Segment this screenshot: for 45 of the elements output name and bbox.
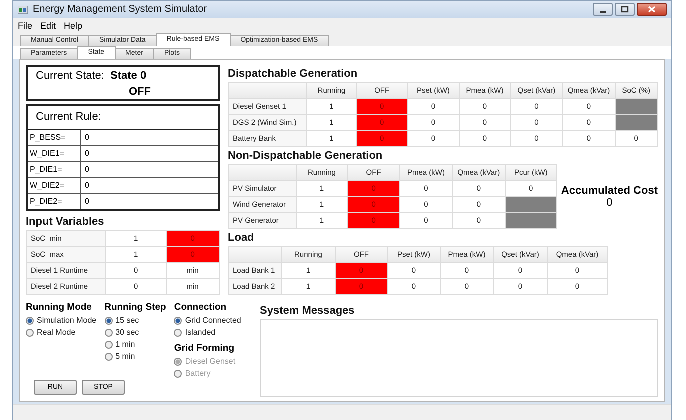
- table-cell: W_DIE1=: [28, 146, 81, 161]
- radio-option[interactable]: 5 min: [104, 352, 166, 361]
- radio-option[interactable]: 15 sec: [104, 316, 166, 325]
- section-title: Input Variables: [26, 216, 106, 228]
- cost-label: Accumulated Cost: [561, 184, 658, 196]
- section-title: Non-Dispatchable Generation: [228, 150, 384, 162]
- window-title: Energy Management System Simulator: [33, 4, 207, 15]
- maximize-icon: [621, 6, 629, 13]
- table-cell-text: 0: [84, 148, 90, 160]
- group-title: Connection: [174, 302, 228, 313]
- group-title: Running Mode: [26, 302, 93, 313]
- state-label: Current State:: [36, 70, 104, 82]
- close-icon: [648, 6, 656, 13]
- table-cell: P_DIE2=: [28, 194, 81, 209]
- table-cell-text: 0: [84, 196, 90, 208]
- close-button[interactable]: [637, 3, 667, 16]
- state-value: State 0: [110, 70, 147, 82]
- table-cell: P_BESS=: [28, 130, 81, 145]
- radio-option[interactable]: Real Mode: [26, 328, 97, 337]
- table-cell: P_DIE1=: [28, 162, 81, 177]
- table-cell-text: 0: [84, 132, 90, 144]
- menu-item[interactable]: File: [18, 20, 33, 30]
- table-cell-text: 0: [84, 180, 90, 192]
- minimize-button[interactable]: [593, 3, 613, 16]
- radio-option[interactable]: 1 min: [104, 340, 166, 349]
- radio-option: Battery: [174, 369, 242, 378]
- table-cell: W_DIE2=: [28, 178, 81, 193]
- menu-item[interactable]: Help: [64, 20, 83, 30]
- group-title: Running Step: [104, 302, 166, 313]
- group-title: Grid Forming: [174, 343, 236, 354]
- section-title: System Messages: [260, 305, 356, 317]
- state-status: OFF: [129, 86, 151, 98]
- section-title: Load: [228, 232, 256, 244]
- radio-option[interactable]: Grid Connected: [174, 316, 242, 325]
- section-title: Dispatchable Generation: [228, 68, 359, 80]
- cost-value: 0: [606, 196, 613, 208]
- radio-option[interactable]: Simulation Mode: [26, 316, 97, 325]
- radio-option: Diesel Genset: [174, 357, 242, 366]
- table-cell-text: 0: [84, 164, 90, 176]
- menu-item[interactable]: Edit: [40, 20, 56, 30]
- rule-label: Current Rule:: [28, 106, 218, 130]
- radio-option[interactable]: 30 sec: [104, 328, 166, 337]
- maximize-button[interactable]: [615, 3, 635, 16]
- radio-option[interactable]: Islanded: [174, 328, 242, 337]
- app-icon: [18, 6, 28, 14]
